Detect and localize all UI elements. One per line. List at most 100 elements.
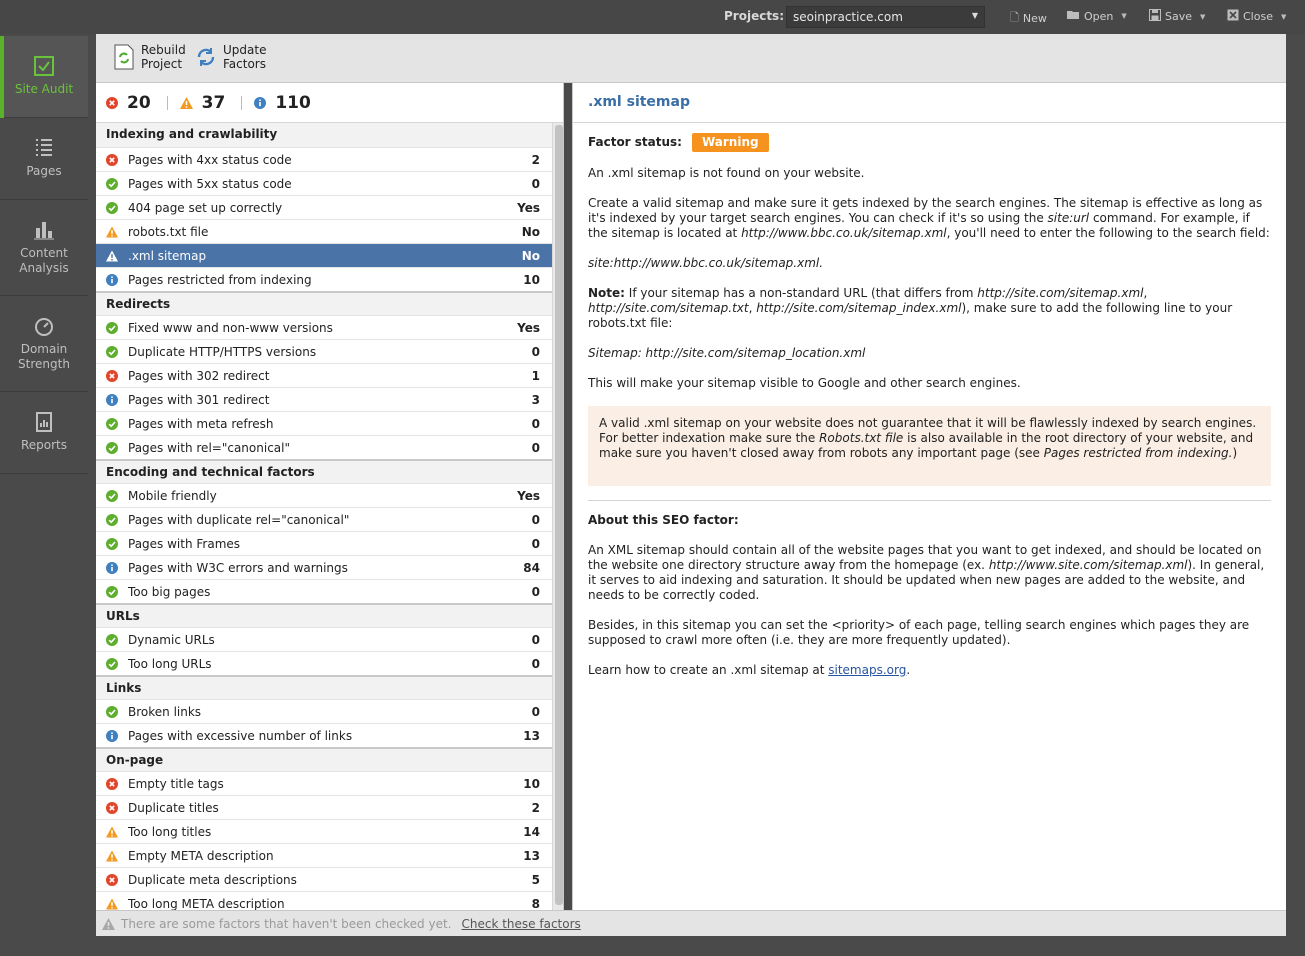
chevron-down-icon: ▼ <box>1200 12 1206 21</box>
factor-row[interactable]: Fixed www and non-www versions Yes <box>96 315 552 339</box>
factor-row[interactable]: Pages with 5xx status code 0 <box>96 171 552 195</box>
close-icon <box>1227 9 1239 24</box>
factor-label: Too big pages <box>128 584 211 599</box>
footer-bar: There are some factors that haven't been… <box>96 910 1286 936</box>
factor-label: Empty META description <box>128 848 274 863</box>
check-icon <box>106 537 118 550</box>
factor-list-scrollbar[interactable] <box>552 123 563 910</box>
factor-row[interactable]: Duplicate titles 2 <box>96 795 552 819</box>
factor-row[interactable]: Dynamic URLs 0 <box>96 627 552 651</box>
detail-paragraph: site:http://www.bbc.co.uk/sitemap.xml. <box>588 256 824 270</box>
factor-label: Fixed www and non-www versions <box>128 320 333 335</box>
factor-row[interactable]: Mobile friendly Yes <box>96 483 552 507</box>
group-header: Encoding and technical factors <box>96 459 552 483</box>
top-bar: Projects: seoinpractice.com ▼ 🗋 New Open… <box>0 0 1305 34</box>
info-icon <box>106 273 118 286</box>
rebuild-project-button[interactable]: Rebuild Project <box>113 43 186 71</box>
factor-panel: 20 37 110 Indexing and crawlability Pages… <box>96 83 564 910</box>
factor-label: Pages with 302 redirect <box>128 368 270 383</box>
factor-row[interactable]: .xml sitemap No <box>96 243 552 267</box>
warning-icon <box>179 96 193 109</box>
factor-row[interactable]: Duplicate HTTP/HTTPS versions 0 <box>96 339 552 363</box>
chevron-down-icon: ▼ <box>1121 12 1127 20</box>
factor-row[interactable]: 404 page set up correctly Yes <box>96 195 552 219</box>
scrollbar-thumb[interactable] <box>555 125 563 905</box>
factor-label: Pages with W3C errors and warnings <box>128 560 348 575</box>
factor-row[interactable]: Pages restricted from indexing 10 <box>96 267 552 291</box>
factor-detail-panel: .xml sitemap Factor status: Warning An .… <box>572 83 1286 910</box>
group-header: URLs <box>96 603 552 627</box>
detail-paragraph: Create a valid sitemap and make sure it … <box>588 196 1270 240</box>
info-icon <box>106 393 118 406</box>
save-button-label: Save <box>1165 10 1193 23</box>
detail-paragraph: This will make your sitemap visible to G… <box>588 376 1021 390</box>
sitemaps-link[interactable]: sitemaps.org <box>828 663 906 677</box>
update-factors-button[interactable]: Update Factors <box>195 43 266 71</box>
factor-status-label: Factor status: <box>588 135 682 149</box>
project-select[interactable]: seoinpractice.com ▼ <box>786 6 985 28</box>
factor-row[interactable]: Too long titles 14 <box>96 819 552 843</box>
factor-label: Pages with 301 redirect <box>128 392 270 407</box>
factor-value: Yes <box>517 320 540 335</box>
factor-row[interactable]: Pages with 302 redirect 1 <box>96 363 552 387</box>
nav-item-pages[interactable]: Pages <box>0 118 88 200</box>
factor-value: 10 <box>523 776 540 791</box>
about-title: About this SEO factor: <box>588 513 739 527</box>
gauge-icon <box>35 318 53 336</box>
factor-value: 1 <box>531 368 540 383</box>
nav-item-domain-strength[interactable]: Domain Strength <box>0 296 88 392</box>
factor-row[interactable]: Empty title tags 10 <box>96 771 552 795</box>
chevron-down-icon: ▼ <box>1280 12 1287 21</box>
factor-value: 0 <box>531 704 540 719</box>
factor-row[interactable]: Pages with rel="canonical" 0 <box>96 435 552 459</box>
detail-body: Factor status: Warning An .xml sitemap i… <box>573 123 1286 678</box>
factor-label: Pages with duplicate rel="canonical" <box>128 512 350 527</box>
detail-paragraph: Note: If your sitemap has a non-standard… <box>588 286 1233 330</box>
factor-row[interactable]: Too long URLs 0 <box>96 651 552 675</box>
factor-row[interactable]: Too long META description 8 <box>96 891 552 910</box>
factor-row[interactable]: Pages with 4xx status code 2 <box>96 147 552 171</box>
update-factors-label: Update Factors <box>223 43 267 71</box>
error-icon <box>106 96 118 109</box>
left-nav: Site Audit Pages Content Analysis Domain… <box>0 34 88 956</box>
new-button-label: New <box>1022 12 1047 25</box>
new-button[interactable]: 🗋 New <box>1010 9 1047 28</box>
factor-row[interactable]: Pages with meta refresh 0 <box>96 411 552 435</box>
factor-value: 0 <box>531 632 540 647</box>
note-box: A valid .xml sitemap on your website doe… <box>588 406 1271 486</box>
info-count[interactable]: 110 <box>254 93 311 113</box>
factor-row[interactable]: Empty META description 13 <box>96 843 552 867</box>
factor-value: 5 <box>531 872 540 887</box>
factor-label: Too long titles <box>128 824 212 839</box>
factor-row[interactable]: Too big pages 0 <box>96 579 552 603</box>
factor-row[interactable]: Pages with W3C errors and warnings 84 <box>96 555 552 579</box>
factor-row[interactable]: Duplicate meta descriptions 5 <box>96 867 552 891</box>
warnings-count[interactable]: 37 <box>179 93 225 113</box>
factor-label: Pages with excessive number of links <box>128 728 353 743</box>
nav-item-content-analysis[interactable]: Content Analysis <box>0 200 88 296</box>
info-icon <box>106 729 118 742</box>
status-badge: Warning <box>691 133 769 152</box>
factor-row[interactable]: Pages with 301 redirect 3 <box>96 387 552 411</box>
errors-count[interactable]: 20 <box>106 93 151 113</box>
factor-value: 10 <box>523 272 540 287</box>
factor-value: 0 <box>531 584 540 599</box>
factor-label: Dynamic URLs <box>128 632 215 647</box>
nav-item-site-audit[interactable]: Site Audit <box>0 36 88 118</box>
detail-paragraph: Sitemap: http://site.com/sitemap_locatio… <box>588 346 866 360</box>
factor-label: Duplicate titles <box>128 800 219 815</box>
save-button[interactable]: Save ▼ <box>1149 9 1205 24</box>
nav-item-reports[interactable]: Reports <box>0 392 88 474</box>
factor-row[interactable]: robots.txt file No <box>96 219 552 243</box>
check-icon <box>106 345 118 358</box>
factor-value: 2 <box>531 152 540 167</box>
factor-row[interactable]: Pages with duplicate rel="canonical" 0 <box>96 507 552 531</box>
factor-row[interactable]: Pages with Frames 0 <box>96 531 552 555</box>
check-factors-link[interactable]: Check these factors <box>462 917 581 931</box>
factor-value: 13 <box>523 728 540 743</box>
factor-row[interactable]: Broken links 0 <box>96 699 552 723</box>
info-icon <box>106 561 118 574</box>
close-button[interactable]: Close ▼ <box>1227 9 1286 24</box>
open-button[interactable]: Open ▼ <box>1067 9 1127 23</box>
factor-row[interactable]: Pages with excessive number of links 13 <box>96 723 552 747</box>
